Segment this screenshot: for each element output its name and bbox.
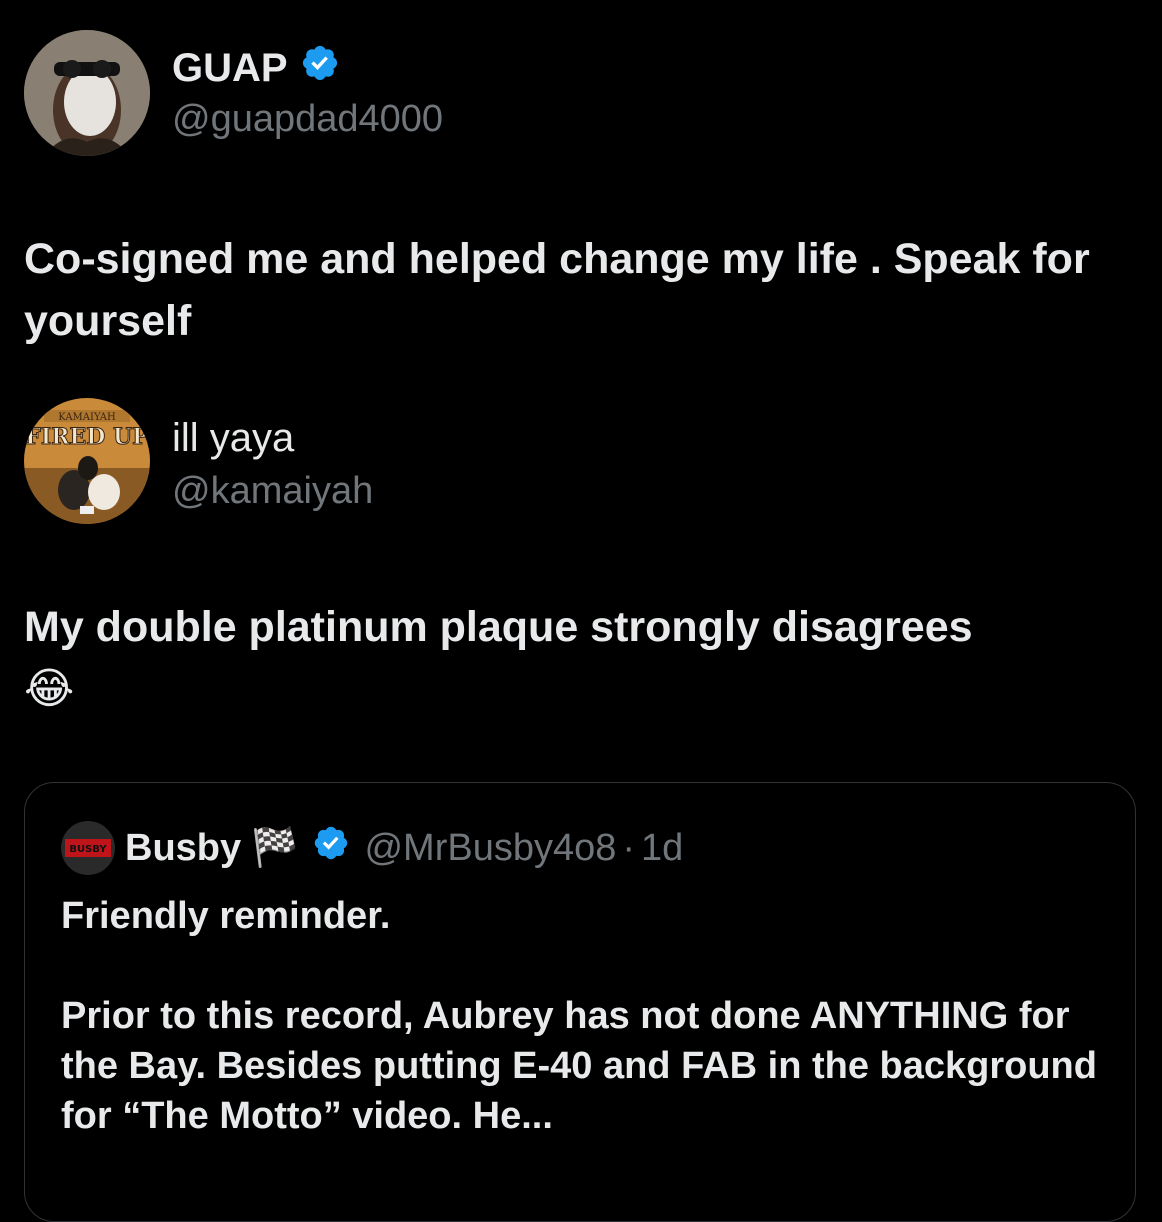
handle[interactable]: @MrBusby4o8 <box>364 827 616 870</box>
quoted-tweet-card[interactable]: BUSBY Busby 🏁 @MrBusby4o8 · 1d Friendly … <box>24 782 1136 1222</box>
separator-dot: · <box>622 826 636 869</box>
avatar-ill-yaya[interactable]: KAMAIYAH FIRED UP <box>24 398 150 524</box>
quoted-tweet-paragraph-2: Prior to this record, Aubrey has not don… <box>61 995 1097 1137</box>
timestamp[interactable]: 1d <box>641 827 683 870</box>
quoted-tweet-header: Busby 🏁 @MrBusby4o8 · 1d <box>125 823 683 873</box>
display-name[interactable]: Busby <box>125 827 241 870</box>
album-cover-title-text: FIRED UP <box>25 424 148 450</box>
quoted-tweet-text: Friendly reminder. Prior to this record,… <box>61 891 1111 1141</box>
album-cover-top-text: KAMAIYAH <box>58 412 116 423</box>
verified-badge-icon <box>300 43 340 93</box>
avatar-busby[interactable]: BUSBY <box>61 821 115 875</box>
tweet-text-content: My double platinum plaque strongly disag… <box>24 603 973 651</box>
checkered-flag-icon: 🏁 <box>251 827 299 869</box>
avatar-guap[interactable] <box>24 30 150 156</box>
avatar-busby-text: BUSBY <box>69 844 107 855</box>
display-name[interactable]: GUAP <box>172 46 288 91</box>
album-cover-fired-up-icon: KAMAIYAH FIRED UP <box>24 398 150 524</box>
laughing-emoji-icon: 😂 <box>24 665 75 713</box>
handle[interactable]: @kamaiyah <box>172 470 373 513</box>
display-name[interactable]: ill yaya <box>172 416 294 461</box>
tweet-guap: GUAP @guapdad4000 Co-signed me and helpe… <box>0 0 1162 380</box>
tweet-ill-yaya: KAMAIYAH FIRED UP ill yaya @kamaiyah My … <box>0 380 1162 780</box>
avatar-busby-logo-icon: BUSBY <box>61 821 115 875</box>
tweet-text: My double platinum plaque strongly disag… <box>24 596 1138 720</box>
handle[interactable]: @guapdad4000 <box>172 98 443 141</box>
quoted-tweet-line-1: Friendly reminder. <box>61 895 391 937</box>
tweet-text: Co-signed me and helped change my life .… <box>24 235 1090 345</box>
author-name-row: GUAP <box>172 42 340 94</box>
avatar-man-face-mask-icon <box>24 30 150 156</box>
author-name-row: ill yaya <box>172 412 294 464</box>
verified-badge-icon <box>312 824 350 872</box>
